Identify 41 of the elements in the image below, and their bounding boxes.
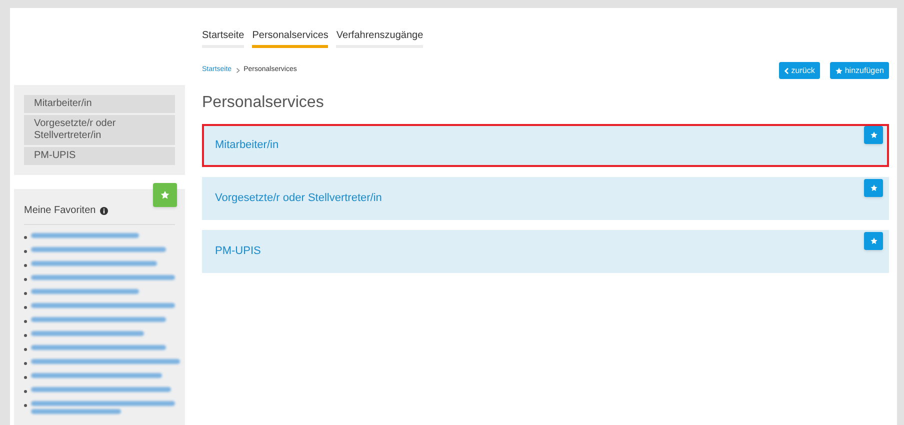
star-icon <box>870 237 878 245</box>
blurred-link[interactable] <box>31 401 175 414</box>
blurred-link[interactable] <box>31 289 139 294</box>
nav-tab[interactable]: Startseite <box>202 28 244 48</box>
chevron-right-icon <box>236 68 240 73</box>
service-card[interactable]: PM-UPIS <box>202 230 889 273</box>
blurred-link[interactable] <box>31 317 166 322</box>
favorites-title: Meine Favoriten <box>24 204 96 218</box>
service-card[interactable]: Mitarbeiter/in <box>202 124 889 167</box>
add-favorite-button[interactable] <box>153 183 177 207</box>
star-icon <box>160 190 170 200</box>
info-icon <box>100 206 108 214</box>
favorite-star-button[interactable] <box>864 232 883 250</box>
card-link[interactable]: Vorgesetzte/r oder Stellvertreter/in <box>215 190 382 207</box>
blurred-link[interactable] <box>31 331 144 336</box>
star-icon <box>870 131 878 139</box>
blurred-link[interactable] <box>31 261 157 266</box>
blurred-link[interactable] <box>31 345 166 350</box>
page-title: Personalservices <box>202 93 325 113</box>
card-link[interactable]: Mitarbeiter/in <box>215 137 279 154</box>
favorite-star-button[interactable] <box>864 179 883 197</box>
favorite-star-button[interactable] <box>864 126 883 144</box>
nav-tab[interactable]: Verfahrenszugänge <box>336 28 424 48</box>
blurred-link[interactable] <box>31 275 175 280</box>
blurred-link[interactable] <box>31 359 180 364</box>
star-icon <box>870 184 878 192</box>
sidebar-item[interactable]: Vorgesetzte/r oder Stellvertreter/in <box>24 115 175 145</box>
star-icon <box>834 66 843 74</box>
blurred-link[interactable] <box>31 247 166 252</box>
blurred-link[interactable] <box>31 303 175 308</box>
blurred-link[interactable] <box>31 233 139 238</box>
sidebar-item[interactable]: PM-UPIS <box>24 147 175 165</box>
blurred-link[interactable] <box>31 387 170 392</box>
back-button[interactable]: zurück <box>779 62 820 79</box>
card-link[interactable]: PM-UPIS <box>215 243 261 260</box>
service-card[interactable]: Vorgesetzte/r oder Stellvertreter/in <box>202 177 889 220</box>
sidebar-item[interactable]: Mitarbeiter/in <box>24 95 175 113</box>
add-button[interactable]: hinzufügen <box>830 62 889 79</box>
blurred-link[interactable] <box>31 373 162 378</box>
nav-tab[interactable]: Personalservices <box>252 28 328 48</box>
chevron-left-icon <box>784 68 790 74</box>
